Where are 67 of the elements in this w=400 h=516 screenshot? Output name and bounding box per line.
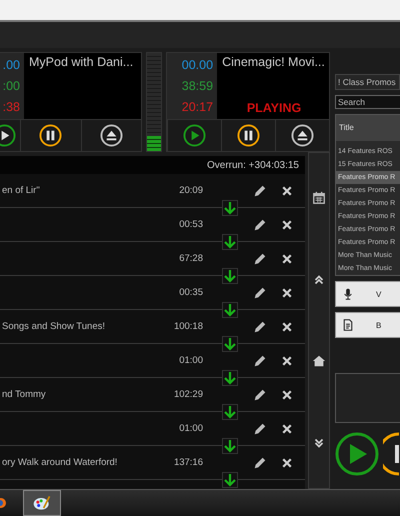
track-title: en of Lir" bbox=[2, 185, 40, 196]
delete-icon[interactable] bbox=[281, 354, 293, 366]
edit-icon[interactable] bbox=[253, 218, 267, 232]
edit-icon[interactable] bbox=[253, 320, 267, 334]
delete-icon[interactable] bbox=[281, 422, 293, 434]
move-down-icon[interactable] bbox=[222, 404, 238, 420]
deck-status: PLAYING bbox=[246, 101, 302, 115]
delete-icon[interactable] bbox=[281, 218, 293, 230]
delete-icon[interactable] bbox=[281, 388, 293, 400]
time-readout: :00 bbox=[2, 78, 20, 93]
track-duration: 102:29 bbox=[172, 389, 203, 400]
track-duration: 137:16 bbox=[172, 457, 203, 468]
edit-icon[interactable] bbox=[253, 184, 267, 198]
track-duration: 100:18 bbox=[172, 321, 203, 332]
track-title: ory Walk around Waterford! bbox=[2, 457, 118, 468]
delete-icon[interactable] bbox=[281, 320, 293, 332]
deck-title: MyPod with Dani... bbox=[29, 55, 134, 69]
eject-icon[interactable] bbox=[100, 124, 123, 147]
scroll-down-icon[interactable] bbox=[312, 436, 326, 450]
move-down-icon[interactable] bbox=[222, 234, 238, 250]
track-duration: 20:09 bbox=[178, 185, 203, 196]
overrun-time: Overrun: +304:03:15 bbox=[206, 160, 299, 170]
deck-title: Cinemagic! Movi... bbox=[222, 55, 326, 69]
delete-icon[interactable] bbox=[281, 456, 293, 468]
move-down-icon[interactable] bbox=[222, 200, 238, 216]
edit-icon[interactable] bbox=[253, 354, 267, 368]
time-readout: 00.00 bbox=[182, 58, 214, 72]
search-field[interactable]: Search bbox=[335, 95, 400, 109]
delete-icon[interactable] bbox=[281, 252, 293, 264]
library-button[interactable]: V bbox=[335, 281, 400, 307]
edit-icon[interactable] bbox=[253, 252, 267, 266]
track-duration: 00:53 bbox=[178, 219, 203, 230]
edit-icon[interactable] bbox=[253, 388, 267, 402]
move-down-icon[interactable] bbox=[222, 370, 238, 386]
move-down-icon[interactable] bbox=[222, 472, 238, 488]
home-icon[interactable] bbox=[312, 354, 326, 368]
edit-icon[interactable] bbox=[253, 286, 267, 300]
pause-icon[interactable] bbox=[237, 124, 260, 147]
move-down-icon[interactable] bbox=[222, 438, 238, 454]
move-down-icon[interactable] bbox=[222, 302, 238, 318]
category-dropdown[interactable]: ! Class Promos bbox=[335, 74, 400, 90]
pause-icon[interactable] bbox=[383, 432, 399, 476]
edit-icon[interactable] bbox=[253, 456, 267, 470]
move-down-icon[interactable] bbox=[222, 336, 238, 352]
track-duration: 00:35 bbox=[178, 287, 203, 298]
delete-icon[interactable] bbox=[281, 184, 293, 196]
track-duration: 01:00 bbox=[178, 423, 203, 434]
column-header[interactable]: Title bbox=[336, 115, 400, 141]
time-readout: .00 bbox=[2, 58, 20, 72]
pause-icon[interactable] bbox=[39, 124, 62, 147]
time-readout: 38:59 bbox=[182, 78, 214, 93]
move-down-icon[interactable] bbox=[222, 268, 238, 284]
microphone-icon bbox=[342, 287, 354, 301]
calendar-icon[interactable] bbox=[312, 190, 326, 205]
track-duration: 01:00 bbox=[178, 355, 203, 366]
eject-icon[interactable] bbox=[291, 124, 314, 147]
library-button[interactable]: B bbox=[335, 312, 400, 338]
edit-icon[interactable] bbox=[253, 422, 267, 436]
track-title: nd Tommy bbox=[2, 389, 46, 400]
delete-icon[interactable] bbox=[281, 286, 293, 298]
time-readout: 20:17 bbox=[182, 100, 214, 114]
track-title: Songs and Show Tunes! bbox=[2, 321, 105, 332]
taskbar-button[interactable] bbox=[23, 490, 61, 516]
track-duration: 67:28 bbox=[178, 253, 203, 264]
time-readout: :38 bbox=[2, 100, 20, 114]
scroll-up-icon[interactable] bbox=[312, 272, 326, 287]
document-icon bbox=[342, 318, 354, 332]
